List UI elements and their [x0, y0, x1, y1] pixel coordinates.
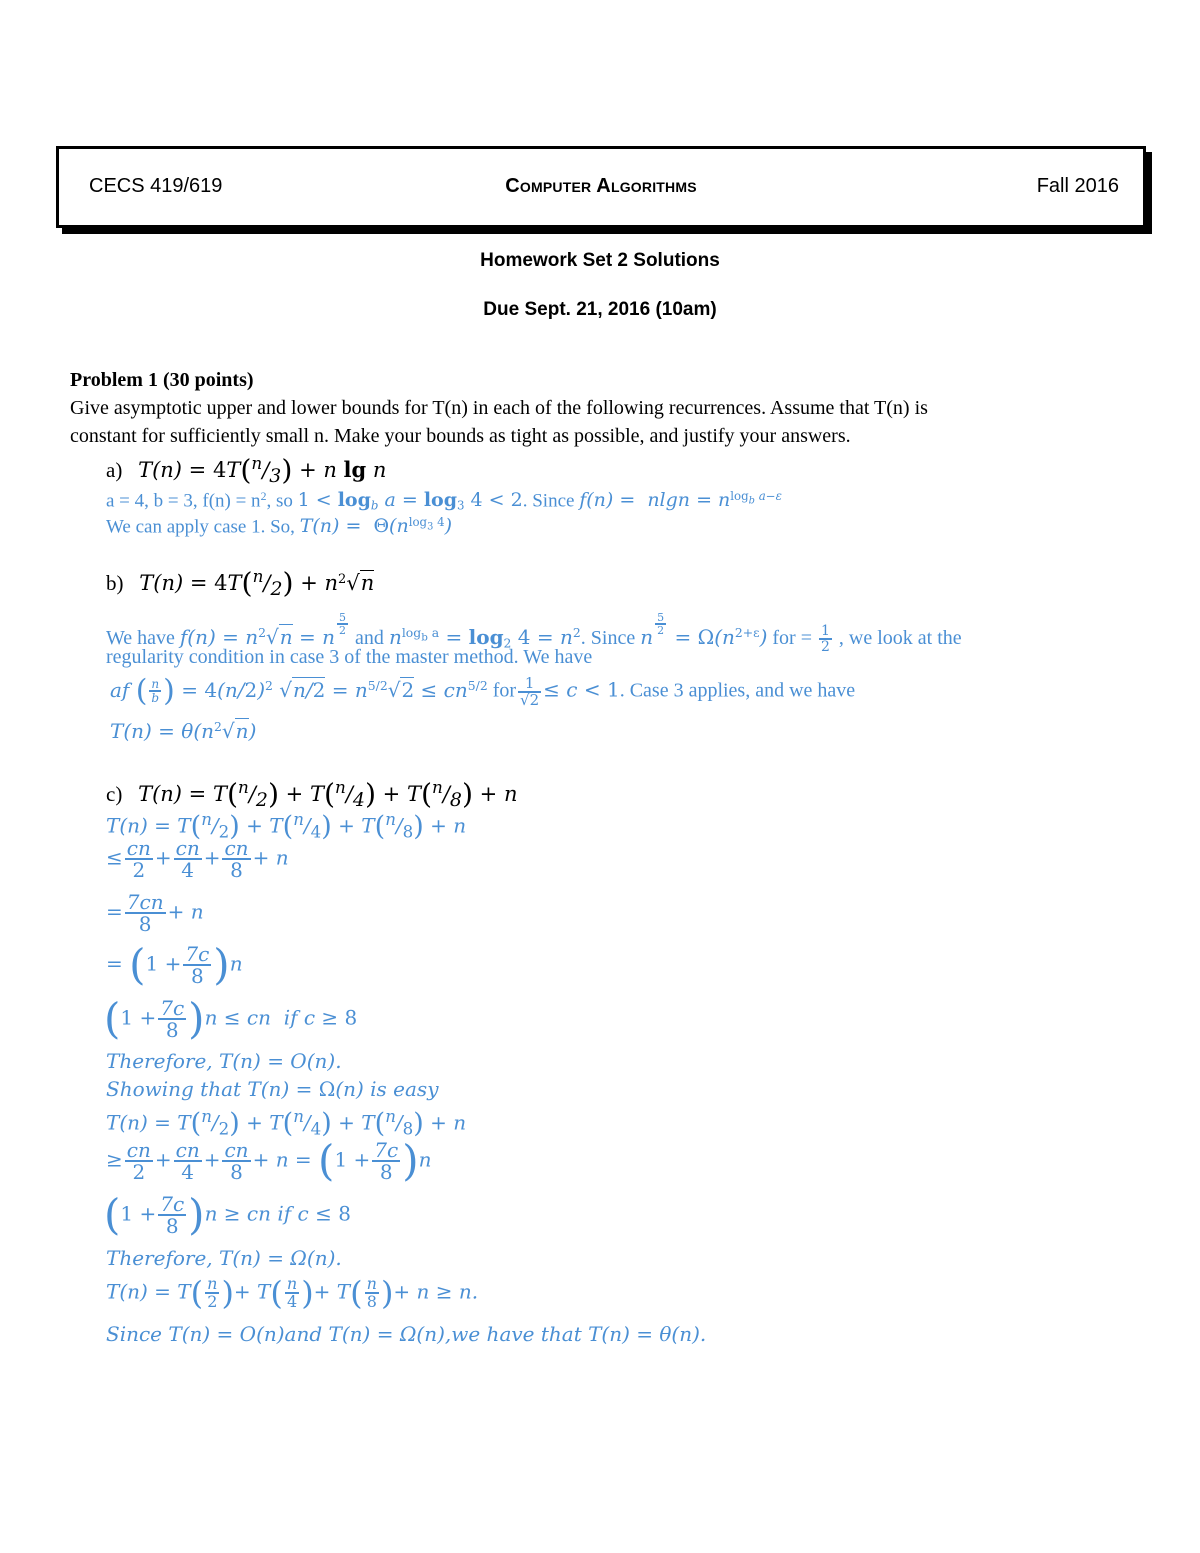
- part-c-line-6: Therefore, T(n) = O(n).: [106, 1049, 342, 1073]
- part-c-line-2: ≤ cn 2 + cn 4 + cn 8 + n: [106, 836, 289, 882]
- part-c-line-9: ≥ cn 2 + cn 4 + cn 8 + n = (1 +7c 8)n: [106, 1136, 432, 1185]
- course-term: Fall 2016: [1036, 175, 1119, 197]
- part-b-recurrence: b) T(n) = 4T(n/2) + n2√n: [106, 566, 375, 601]
- part-c-line-3: = 7cn 8 + n: [106, 890, 204, 936]
- part-a-solution-line-2: We can apply case 1. So, T(n) = Θ(nlog3 …: [106, 515, 452, 538]
- part-a-solution-line-1: a = 4, b = 3, f(n) = n2, so 1 < logb a =…: [106, 489, 782, 513]
- course-title: Computer Algorithms: [505, 175, 697, 197]
- part-c-recurrence: c) T(n) = T(n/2) + T(n/4) + T(n/8) + n: [106, 777, 518, 812]
- part-b-solution-line-3: af (n b) = 4(n/2)2 √n/2 = n5/2√2 ≤ cn5/2 …: [110, 673, 856, 709]
- part-c-line-10: (1 +7c 8)n ≥ cn if c ≤ 8: [104, 1190, 351, 1239]
- part-b-solution-line-4: T(n) = θ(n2√n): [110, 718, 257, 743]
- problem-instructions-line-1: Give asymptotic upper and lower bounds f…: [70, 397, 928, 419]
- part-c-line-4: = (1 +7c 8)n: [106, 940, 243, 989]
- due-date: Due Sept. 21, 2016 (10am): [483, 299, 717, 320]
- part-c-line-11: Therefore, T(n) = Ω(n).: [106, 1246, 342, 1270]
- part-c-line-7: Showing that T(n) = Ω(n) is easy: [106, 1077, 439, 1101]
- problem-instructions-line-2: constant for sufficiently small n. Make …: [70, 425, 851, 447]
- part-a-recurrence: a) T(n) = 4T(n/3) + n lg n: [106, 453, 387, 488]
- course-header-box: CECS 419/619 Computer Algorithms Fall 20…: [56, 146, 1146, 228]
- part-a-equation: T(n) = 4T(n/3) + n lg n: [138, 453, 387, 488]
- part-c-line-12: T(n) = T(n 2)+ T(n 4)+ T(n 8)+ n ≥ n.: [106, 1274, 479, 1312]
- part-c-line-13: Since T(n) = O(n)and T(n) = Ω(n),we have…: [106, 1322, 707, 1346]
- part-b-solution-line-2: regularity condition in case 3 of the ma…: [106, 646, 593, 668]
- part-c-line-5: (1 +7c 8)n ≤ cn if c ≥ 8: [104, 994, 358, 1043]
- problem-heading: Problem 1 (30 points): [70, 369, 254, 391]
- document-title: Homework Set 2 Solutions: [480, 250, 720, 271]
- part-c-line-8: T(n) = T(n/2) + T(n/4) + T(n/8) + n: [106, 1107, 467, 1139]
